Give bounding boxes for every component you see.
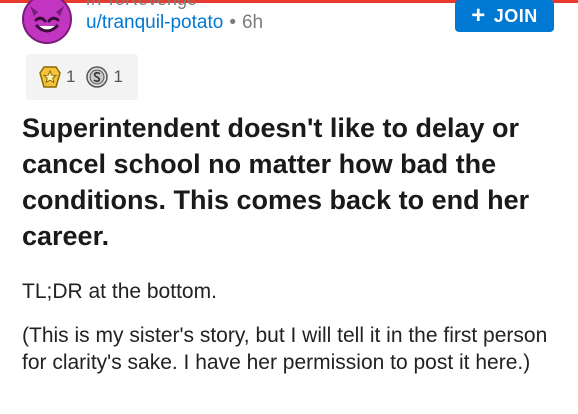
- author-link[interactable]: u/tranquil-potato: [86, 12, 223, 33]
- post-meta: u/tranquil-potato • 6h: [86, 12, 263, 34]
- post-header: r/ProRevenge u/tranquil-potato •6h + JOIN: [0, 0, 578, 48]
- post-paragraph: (This is my sister's story, but I will t…: [22, 324, 548, 374]
- silver-award-icon: [86, 66, 109, 88]
- join-button[interactable]: + JOIN: [455, 0, 554, 32]
- subreddit-avatar-icon[interactable]: [22, 0, 72, 44]
- gold-award-icon: [39, 66, 61, 88]
- award-count: 1: [113, 67, 123, 86]
- meta-separator: •: [229, 12, 236, 33]
- post-paragraph: TL;DR at the bottom.: [22, 280, 217, 303]
- plus-icon: +: [471, 2, 486, 29]
- subreddit-name[interactable]: r/ProRevenge: [86, 0, 197, 10]
- post-title[interactable]: Superintendent doesn't like to delay or …: [22, 110, 552, 254]
- award-gold[interactable]: 1: [38, 65, 75, 89]
- post-view: r/ProRevenge u/tranquil-potato •6h + JOIN…: [0, 0, 578, 414]
- post-age: 6h: [241, 12, 264, 33]
- award-count: 1: [66, 67, 76, 86]
- awards-bar[interactable]: 1 1: [26, 54, 138, 100]
- join-label: JOIN: [493, 5, 538, 26]
- award-silver[interactable]: 1: [85, 65, 123, 89]
